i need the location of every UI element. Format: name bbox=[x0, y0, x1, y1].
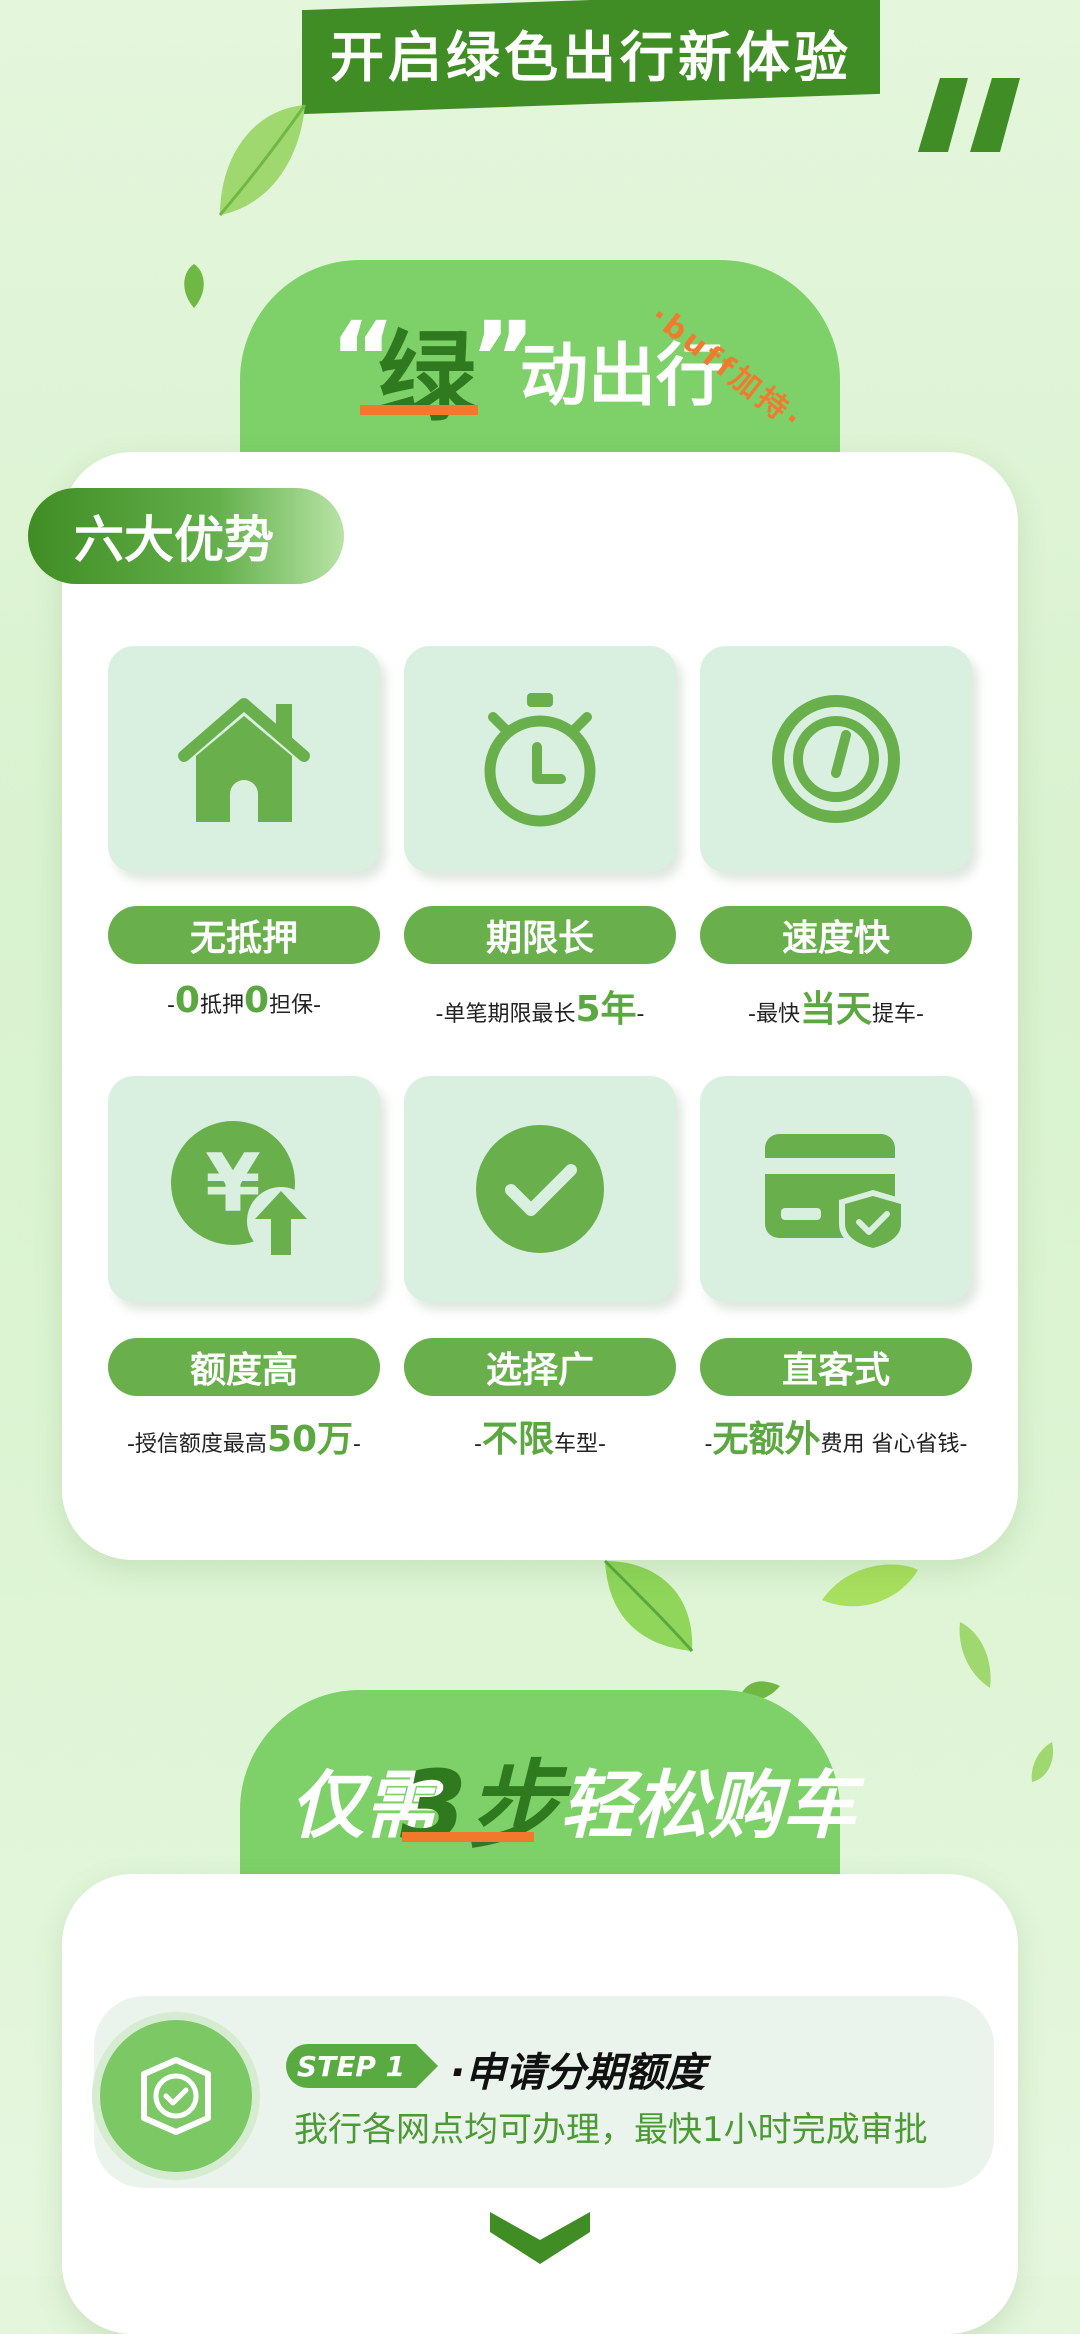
top-banner: 开启绿色出行新体验 bbox=[302, 0, 880, 115]
feature-desc: -0抵押0担保- bbox=[94, 980, 394, 1021]
feature-desc: -不限车型- bbox=[390, 1410, 690, 1462]
desc-highlight: 无额外 bbox=[712, 1419, 821, 1460]
check-circle-icon bbox=[476, 1125, 604, 1253]
feature-icon-box bbox=[404, 646, 676, 872]
desc-text: - bbox=[474, 1432, 482, 1457]
leaf-icon bbox=[184, 264, 204, 308]
desc-text: - bbox=[636, 1002, 645, 1027]
desc-text: - bbox=[353, 1432, 361, 1457]
desc-text: - bbox=[166, 993, 175, 1018]
feature-icon-box bbox=[404, 1076, 676, 1302]
feature-icon-box bbox=[700, 1076, 972, 1302]
advantages-tag: 六大优势 bbox=[28, 488, 344, 584]
desc-text: -最快 bbox=[748, 1002, 800, 1027]
feature-title-pill: 额度高 bbox=[108, 1338, 380, 1396]
desc-highlight: 5年 bbox=[575, 989, 637, 1030]
speedometer-icon bbox=[772, 695, 900, 823]
feature-title: 额度高 bbox=[189, 1350, 298, 1391]
advantages-tag-label: 六大优势 bbox=[74, 511, 274, 569]
yen-up-icon: ¥ bbox=[171, 1121, 315, 1255]
feature-title-pill: 无抵押 bbox=[108, 906, 380, 964]
underline-accent bbox=[402, 1832, 534, 1842]
desc-text: - bbox=[704, 1432, 713, 1457]
feature-icon-box bbox=[108, 646, 380, 872]
feature-title: 直客式 bbox=[781, 1350, 890, 1391]
house-icon bbox=[178, 698, 310, 822]
desc-text: 担保- bbox=[269, 993, 322, 1018]
feature-title: 期限长 bbox=[485, 918, 594, 959]
desc-highlight: 当天 bbox=[799, 989, 872, 1030]
feature-desc: -无额外费用 省心省钱- bbox=[686, 1410, 986, 1462]
feature-title-pill: 直客式 bbox=[700, 1338, 972, 1396]
shield-check-icon bbox=[141, 2057, 211, 2135]
feature-icon-box: ¥ bbox=[108, 1076, 380, 1302]
feature-title: 选择广 bbox=[485, 1350, 594, 1391]
desc-text: -授信额度最高 bbox=[126, 1432, 267, 1457]
underline-accent bbox=[360, 405, 478, 415]
leaf-icon bbox=[603, 1559, 694, 1652]
step-badge-label: STEP 1 bbox=[296, 2049, 406, 2083]
step-icon-circle bbox=[100, 2020, 252, 2172]
desc-highlight: 50万 bbox=[266, 1419, 354, 1460]
feature-title-pill: 速度快 bbox=[700, 906, 972, 964]
stopwatch-icon bbox=[484, 693, 596, 827]
desc-highlight: 0 bbox=[174, 980, 200, 1021]
desc-text: -单笔期限最长 bbox=[435, 1002, 576, 1027]
desc-highlight: 0 bbox=[244, 980, 270, 1021]
feature-desc: -单笔期限最长5年- bbox=[390, 980, 690, 1032]
desc-text: 提车- bbox=[872, 1002, 924, 1027]
feature-title-pill: 期限长 bbox=[404, 906, 676, 964]
feature-icon-box bbox=[700, 646, 972, 872]
green-char: 绿 bbox=[378, 321, 477, 435]
feature-title: 速度快 bbox=[781, 918, 890, 959]
leaf-icon bbox=[1031, 1742, 1054, 1782]
steps-title-suffix: 轻松购车 bbox=[560, 1763, 856, 1849]
desc-highlight: 不限 bbox=[481, 1419, 554, 1460]
step-title: ·申请分期额度 bbox=[450, 2050, 706, 2096]
feature-desc: -授信额度最高50万- bbox=[94, 1410, 394, 1462]
chevron-down-icon[interactable] bbox=[486, 2206, 594, 2268]
desc-text: 车型- bbox=[554, 1432, 606, 1457]
feature-desc: -最快当天提车- bbox=[686, 980, 986, 1032]
step-desc: 我行各网点均可办理，最快1小时完成审批 bbox=[294, 2110, 928, 2150]
desc-text: 抵押 bbox=[199, 993, 244, 1018]
leaf-icon bbox=[218, 104, 307, 216]
banner-title: 开启绿色出行新体验 bbox=[330, 25, 852, 89]
quote-mark-icon bbox=[918, 78, 1020, 152]
step-badge: STEP 1 bbox=[286, 2044, 438, 2088]
leaf-icon bbox=[822, 1564, 918, 1607]
feature-title: 无抵押 bbox=[189, 918, 298, 959]
leaf-icon bbox=[959, 1622, 991, 1688]
feature-title-pill: 选择广 bbox=[404, 1338, 676, 1396]
steps-count: 3步 bbox=[400, 1750, 563, 1862]
desc-text: 费用 省心省钱- bbox=[820, 1432, 968, 1457]
card-shield-icon bbox=[765, 1134, 907, 1254]
